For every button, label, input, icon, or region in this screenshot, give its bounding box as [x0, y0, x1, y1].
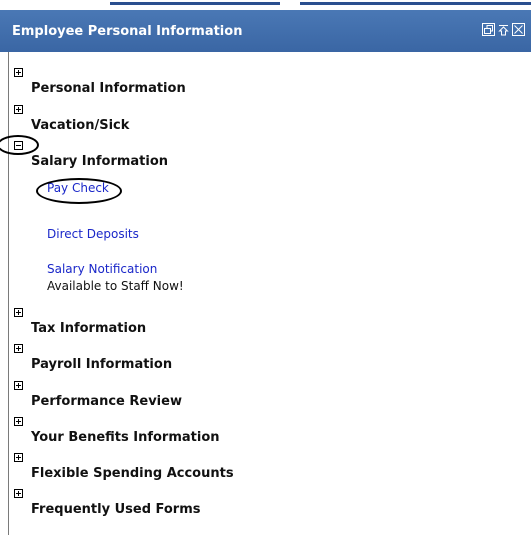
section-title[interactable]: Personal Information [31, 81, 186, 96]
section-title[interactable]: Your Benefits Information [31, 430, 220, 445]
minimize-icon[interactable] [497, 23, 510, 36]
portlet-title: Employee Personal Information [12, 24, 243, 39]
top-border-segment [300, 2, 531, 5]
expand-plus-icon[interactable] [14, 308, 23, 317]
expand-plus-icon[interactable] [14, 417, 23, 426]
restore-icon[interactable] [482, 23, 495, 36]
link-direct-deposits[interactable]: Direct Deposits [47, 227, 139, 241]
expand-plus-icon[interactable] [14, 344, 23, 353]
expand-plus-icon[interactable] [14, 68, 23, 77]
link-salary-notification[interactable]: Salary Notification [47, 262, 157, 276]
expand-plus-icon[interactable] [14, 381, 23, 390]
section-title[interactable]: Tax Information [31, 321, 146, 336]
section-title[interactable]: Payroll Information [31, 357, 172, 372]
portlet-header: Employee Personal Information [0, 10, 531, 52]
link-pay-check[interactable]: Pay Check [47, 181, 109, 195]
section-title[interactable]: Flexible Spending Accounts [31, 466, 234, 481]
expand-plus-icon[interactable] [14, 489, 23, 498]
close-icon[interactable] [512, 23, 525, 36]
expand-plus-icon[interactable] [14, 105, 23, 114]
portlet-body: Personal Information Vacation/Sick Salar… [0, 52, 531, 535]
expand-plus-icon[interactable] [14, 453, 23, 462]
top-border-segment [110, 2, 280, 5]
section-title[interactable]: Salary Information [31, 154, 168, 169]
section-title[interactable]: Performance Review [31, 394, 182, 409]
top-border [0, 0, 531, 10]
collapse-minus-icon[interactable] [14, 141, 23, 150]
section-title[interactable]: Frequently Used Forms [31, 502, 201, 517]
salary-notification-note: Available to Staff Now! [47, 279, 184, 293]
section-title[interactable]: Vacation/Sick [31, 118, 129, 133]
